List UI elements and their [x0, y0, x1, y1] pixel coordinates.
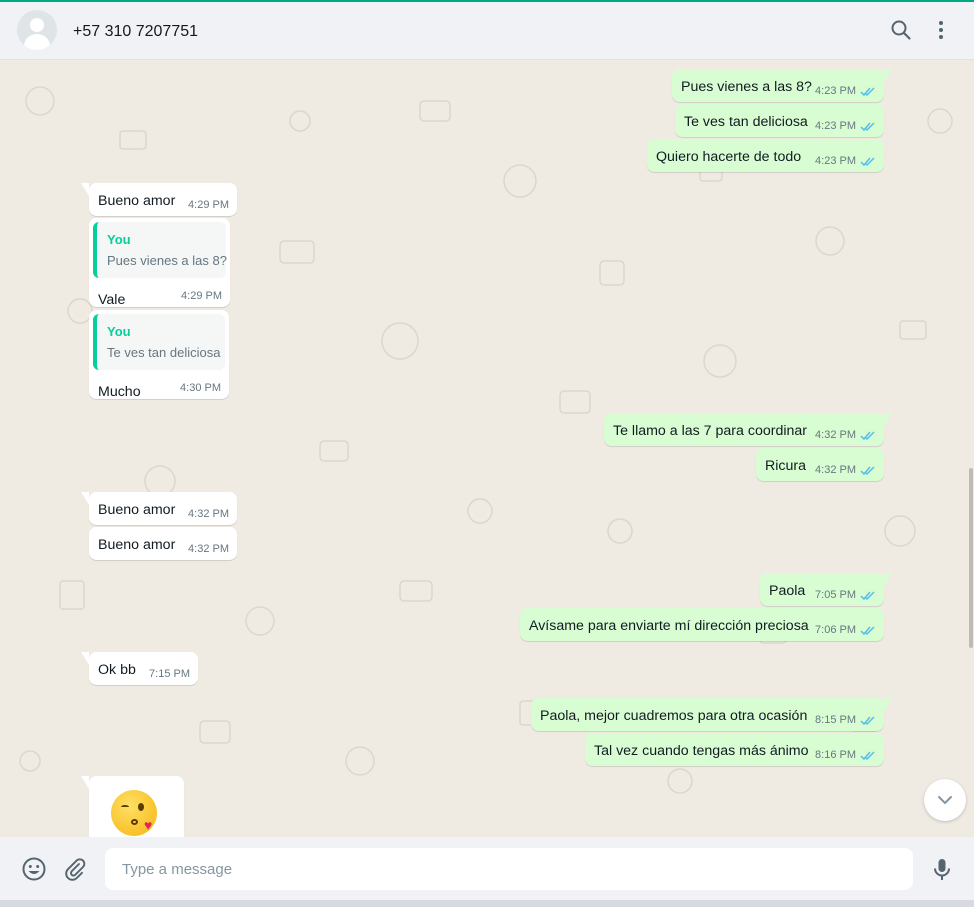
outgoing-message[interactable]: Te llamo a las 7 para coordinar 4:32 PM [604, 413, 892, 446]
avatar-icon[interactable] [17, 10, 57, 50]
menu-icon[interactable] [929, 18, 953, 42]
read-ticks-icon [860, 626, 875, 636]
message-time: 4:32 PM [188, 543, 229, 555]
emoji-icon[interactable] [21, 856, 47, 882]
message-text: Vale [98, 292, 126, 308]
quote-author: You [107, 232, 131, 247]
quote-author: You [107, 324, 131, 339]
message-text: Bueno amor [98, 502, 176, 518]
message-text: Ricura [765, 458, 806, 474]
chat-area: Pues vienes a las 8? 4:23 PM Te ves tan … [0, 61, 974, 837]
message-text: Paola [769, 583, 806, 599]
message-time: 8:16 PM [815, 749, 856, 761]
message-time: 4:32 PM [188, 508, 229, 520]
attach-icon[interactable] [62, 856, 88, 882]
message-input[interactable] [105, 848, 913, 890]
read-ticks-icon [860, 591, 875, 601]
message-time: 7:06 PM [815, 624, 856, 636]
incoming-message[interactable]: Bueno amor 4:29 PM [81, 183, 237, 216]
outgoing-message[interactable]: Paola, mejor cuadremos para otra ocasión… [531, 698, 892, 731]
window-bottom-edge [0, 900, 974, 907]
read-ticks-icon [860, 431, 875, 441]
search-icon[interactable] [889, 18, 913, 42]
message-time: 4:32 PM [815, 464, 856, 476]
chevron-down-icon [938, 796, 952, 804]
message-time: 4:23 PM [815, 120, 856, 132]
message-text: Te llamo a las 7 para coordinar [613, 423, 807, 439]
incoming-message[interactable]: Bueno amor 4:32 PM [89, 527, 237, 560]
message-time: 4:23 PM [815, 155, 856, 167]
composer-bar [0, 837, 974, 900]
message-time: 7:15 PM [149, 668, 190, 680]
outgoing-message[interactable]: Tal vez cuando tengas más ánimo 8:16 PM [585, 733, 884, 766]
read-ticks-icon [860, 122, 875, 132]
quote-text: Te ves tan deliciosa [107, 345, 221, 360]
incoming-message[interactable]: Bueno amor 4:32 PM [81, 492, 237, 525]
message-time: 4:30 PM [180, 382, 221, 394]
message-text: Te ves tan deliciosa [684, 114, 808, 130]
message-text: Tal vez cuando tengas más ánimo [594, 743, 809, 759]
message-text: Bueno amor [98, 193, 176, 209]
message-text: Avísame para enviarte mí dirección preci… [529, 618, 809, 634]
message-text: Paola, mejor cuadremos para otra ocasión [540, 708, 808, 724]
incoming-emoji-message[interactable]: ♥ [81, 776, 184, 837]
contact-name[interactable]: +57 310 7207751 [73, 23, 198, 41]
read-ticks-icon [860, 157, 875, 167]
message-text: Mucho [98, 384, 141, 400]
outgoing-message[interactable]: Paola 7:05 PM [760, 573, 892, 606]
message-time: 8:15 PM [815, 714, 856, 726]
read-ticks-icon [860, 716, 875, 726]
outgoing-message[interactable]: Pues vienes a las 8? 4:23 PM [672, 69, 892, 102]
outgoing-message[interactable]: Quiero hacerte de todo 4:23 PM [647, 139, 884, 172]
quote-text: Pues vienes a las 8? [107, 253, 227, 268]
message-text: Pues vienes a las 8? [681, 79, 812, 95]
message-time: 4:32 PM [815, 429, 856, 441]
quoted-message[interactable]: You Te ves tan deliciosa [93, 314, 225, 370]
chat-header: +57 310 7207751 [0, 2, 974, 60]
read-ticks-icon [860, 466, 875, 476]
quoted-message[interactable]: You Pues vienes a las 8? [93, 222, 227, 278]
message-time: 4:23 PM [815, 85, 856, 97]
message-text: Bueno amor [98, 537, 176, 553]
outgoing-message[interactable]: Avísame para enviarte mí dirección preci… [520, 608, 884, 641]
microphone-icon[interactable] [929, 856, 955, 882]
message-time: 7:05 PM [815, 589, 856, 601]
scroll-down-button[interactable] [924, 779, 966, 821]
read-ticks-icon [860, 751, 875, 761]
message-text: Quiero hacerte de todo [656, 149, 802, 165]
face-blowing-kiss-icon: ♥ [111, 790, 157, 836]
outgoing-message[interactable]: Ricura 4:32 PM [756, 448, 884, 481]
message-text: Ok bb [98, 662, 136, 678]
outgoing-message[interactable]: Te ves tan deliciosa 4:23 PM [675, 104, 884, 137]
incoming-reply-message[interactable]: You Te ves tan deliciosa Mucho 4:30 PM [89, 310, 229, 400]
incoming-message[interactable]: Ok bb 7:15 PM [81, 652, 198, 685]
incoming-reply-message[interactable]: You Pues vienes a las 8? Vale 4:29 PM [89, 218, 230, 308]
read-ticks-icon [860, 87, 875, 97]
message-time: 4:29 PM [181, 290, 222, 302]
message-time: 4:29 PM [188, 199, 229, 211]
chat-scrollbar[interactable] [969, 468, 973, 648]
